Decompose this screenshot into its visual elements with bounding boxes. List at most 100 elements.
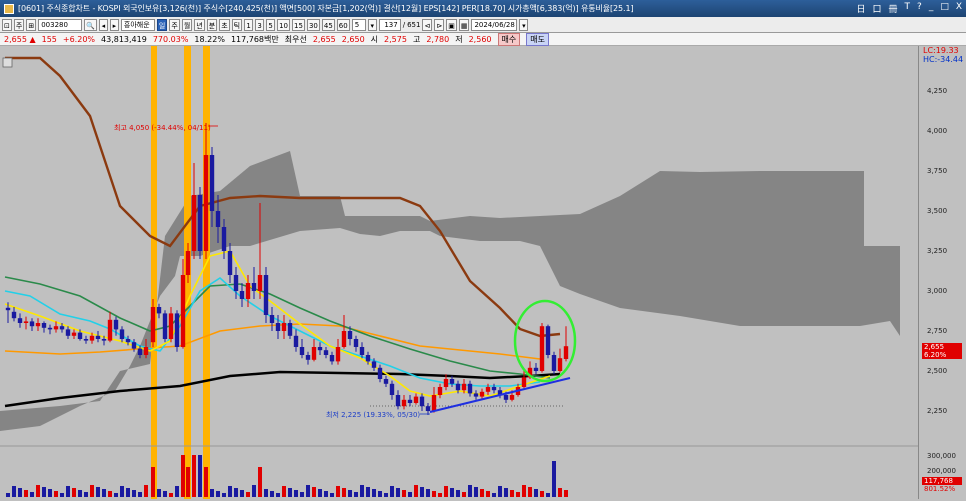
split-icon[interactable]: 口: [873, 2, 882, 15]
interval-15-button[interactable]: 15: [292, 18, 305, 31]
chart-area[interactable]: 최고 4,050 (-34.44%, 04/11) 최저 2,225 (19.3…: [0, 46, 918, 499]
list-icon[interactable]: 冊: [889, 2, 898, 15]
volume-bar: [384, 493, 388, 497]
price-change-pct: +6.20%: [62, 34, 96, 44]
highlight-band: [203, 46, 210, 499]
candle: [455, 383, 461, 391]
period-week-button[interactable]: 주: [169, 18, 180, 31]
candle: [299, 347, 305, 355]
candle: [221, 227, 227, 251]
volume-bar: [558, 488, 562, 497]
volume-bar: [138, 492, 142, 497]
period-second-button[interactable]: 초: [219, 18, 230, 31]
volume-bar: [144, 485, 148, 497]
volume-bar: [222, 493, 226, 497]
interval-60-button[interactable]: 60: [336, 18, 350, 31]
candle: [137, 348, 143, 355]
candle: [197, 195, 203, 251]
candle: [143, 347, 149, 355]
tool-button-3[interactable]: ⊞: [26, 18, 37, 31]
high-label: 고: [412, 34, 421, 44]
volume-bar: [534, 489, 538, 497]
period-year-button[interactable]: 년: [194, 18, 205, 31]
window-controls: 日 口 冊 T ? _ □ X: [856, 2, 962, 15]
volume: 43,813,419: [101, 34, 147, 44]
ask-price: 2,655: [312, 34, 336, 44]
help-icon[interactable]: ?: [917, 2, 922, 15]
layout-icon[interactable]: 日: [856, 2, 865, 15]
count-input[interactable]: 137: [378, 18, 401, 31]
prev-icon[interactable]: ◂: [98, 18, 108, 31]
period-day-button[interactable]: 일: [156, 18, 168, 31]
search-icon[interactable]: 🔍: [84, 18, 97, 31]
candle: [407, 399, 413, 403]
interval-1-button[interactable]: 1: [244, 18, 254, 31]
candle: [329, 355, 335, 362]
scroll-right-icon[interactable]: ⊳: [434, 18, 445, 31]
lc-label: LC:19.33: [923, 46, 959, 55]
spin-icon[interactable]: ▾: [367, 18, 377, 31]
volume-bar: [342, 488, 346, 497]
current-price: 2,655 ▲: [4, 34, 36, 44]
bid-price: 2,650: [341, 34, 365, 44]
price-chart[interactable]: 최고 4,050 (-34.44%, 04/11) 최저 2,225 (19.3…: [0, 46, 918, 499]
interval-custom-input[interactable]: 5: [351, 18, 366, 31]
candle: [353, 339, 359, 347]
candle: [365, 355, 371, 362]
interval-30-button[interactable]: 30: [306, 18, 320, 31]
candle: [101, 339, 107, 341]
period-month-button[interactable]: 월: [181, 18, 193, 31]
volume-bar: [24, 490, 28, 497]
stock-code-input[interactable]: 003280: [38, 18, 83, 31]
chart-menu-icon[interactable]: [2, 57, 13, 68]
volume-bar: [30, 492, 34, 497]
minimize-button[interactable]: _: [929, 2, 934, 15]
candle: [395, 395, 401, 407]
price-change: 155: [41, 34, 57, 44]
volume-pct: 770.03%: [152, 34, 189, 44]
scroll-left-icon[interactable]: ⊲: [422, 18, 433, 31]
y-tick-label: 2,500: [927, 367, 948, 375]
volume-bar: [468, 485, 472, 497]
close-button[interactable]: X: [956, 2, 962, 15]
sell-button[interactable]: 매도: [526, 32, 549, 46]
text-icon[interactable]: T: [905, 2, 911, 15]
period-minute-button[interactable]: 분: [206, 18, 218, 31]
candle: [233, 275, 239, 291]
turnover: 18.22%: [194, 34, 225, 44]
candle: [131, 342, 137, 349]
calendar-icon[interactable]: ▦: [458, 18, 470, 31]
save-icon[interactable]: ▣: [446, 18, 457, 31]
candle: [485, 387, 491, 392]
interval-5-button[interactable]: 5: [266, 18, 276, 31]
maximize-button[interactable]: □: [940, 2, 949, 15]
candle: [23, 321, 29, 323]
candle: [323, 350, 329, 355]
volume-bar: [282, 486, 286, 497]
interval-10-button[interactable]: 10: [277, 18, 291, 31]
low-price: 2,560: [468, 34, 492, 44]
candle: [437, 387, 443, 395]
interval-3-button[interactable]: 3: [255, 18, 265, 31]
volume-bar: [426, 489, 430, 497]
buy-button[interactable]: 매수: [497, 32, 521, 46]
tool-button-1[interactable]: ⊡: [2, 18, 12, 31]
volume-bar: [90, 485, 94, 497]
candle: [191, 195, 197, 251]
period-tick-button[interactable]: 틱: [231, 18, 243, 31]
candle: [263, 275, 269, 315]
interval-45-button[interactable]: 45: [321, 18, 335, 31]
next-icon[interactable]: ▸: [109, 18, 119, 31]
volume-bar: [163, 491, 167, 497]
candle: [311, 347, 317, 360]
candle: [125, 339, 131, 343]
date-picker-icon[interactable]: ▾: [519, 18, 529, 31]
price-axis: LC:19.33 HC:-34.44 4,250 4,000 3,750 3,5…: [918, 46, 966, 499]
candle: [347, 331, 353, 339]
candle: [419, 396, 425, 407]
volume-bar: [330, 493, 334, 497]
tool-button-2[interactable]: 주: [13, 18, 25, 31]
date-input[interactable]: 2024/06/28: [471, 18, 518, 31]
candle: [35, 323, 41, 327]
volume-bar: [288, 488, 292, 497]
